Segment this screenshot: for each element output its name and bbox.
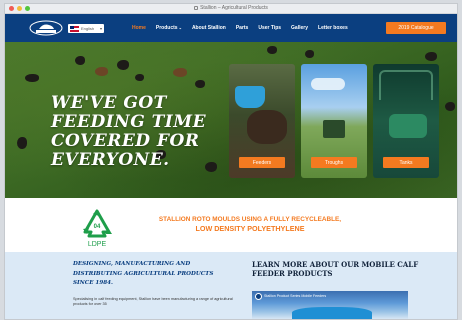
- window-title-text: Stallion – Agricultural Products: [200, 5, 268, 11]
- cow-silhouette: [445, 102, 455, 111]
- tanks-button[interactable]: Tanks: [383, 157, 429, 168]
- channel-avatar-icon: [255, 293, 262, 300]
- about-body: Specialising in calf feeding equipment, …: [73, 296, 233, 307]
- stallion-logo[interactable]: [29, 20, 63, 36]
- tank-image: [389, 114, 427, 138]
- language-label: English: [81, 26, 95, 31]
- video-column: LEARN MORE ABOUT OUR MOBILE CALF FEEDER …: [252, 260, 422, 278]
- menu-item-about[interactable]: About Stallion: [192, 25, 226, 31]
- recycle-statement: STALLION ROTO MOULDS USING A FULLY RECYC…: [135, 215, 365, 233]
- chevron-down-icon: ▾: [99, 26, 102, 31]
- cow-silhouette: [173, 68, 187, 77]
- browser-window: Stallion – Agricultural Products English…: [4, 3, 458, 320]
- recycle-line-1: STALLION ROTO MOULDS USING A FULLY RECYC…: [158, 216, 342, 223]
- main-menu: Home Products⌄ About Stallion Parts User…: [132, 14, 358, 42]
- cloud-image: [311, 78, 345, 90]
- trough-image: [323, 120, 345, 138]
- menu-item-products[interactable]: Products⌄: [156, 25, 182, 31]
- video-heading: LEARN MORE ABOUT OUR MOBILE CALF FEEDER …: [252, 260, 419, 278]
- feeders-button[interactable]: Feeders: [239, 157, 285, 168]
- resin-name: LDPE: [88, 241, 107, 248]
- cow-silhouette: [25, 74, 39, 82]
- tank-frame-image: [379, 70, 433, 100]
- troughs-button[interactable]: Troughs: [311, 157, 357, 168]
- title-bar: Stallion – Agricultural Products: [5, 4, 457, 14]
- hero-headline: WE'VE GOT FEEDING TIME COVERED FOR EVERY…: [51, 93, 207, 170]
- cow-silhouette: [195, 80, 205, 88]
- recycle-band: 04 LDPE STALLION ROTO MOULDS USING A FUL…: [5, 198, 457, 252]
- menu-item-user-tips[interactable]: User Tips: [258, 25, 281, 31]
- catalogue-button[interactable]: 2019 Catalogue: [386, 22, 446, 34]
- cow-silhouette: [135, 74, 144, 81]
- recycle-line-2: LOW DENSITY POLYETHYLENE: [195, 224, 305, 233]
- menu-item-letter-boxes[interactable]: Letter boxes: [318, 25, 348, 31]
- product-card-tanks[interactable]: Tanks: [373, 64, 439, 178]
- cow-silhouette: [95, 67, 108, 76]
- lock-icon: [194, 5, 199, 10]
- calf-image: [247, 110, 287, 144]
- video-title: Stallion Product Series Mobile Feeders: [264, 294, 327, 298]
- about-heading: DESIGNING, MANUFACTURING AND DISTRIBUTIN…: [73, 261, 214, 286]
- menu-item-products-label: Products: [155, 25, 178, 31]
- menu-item-parts[interactable]: Parts: [236, 25, 249, 31]
- resin-code: 04: [94, 224, 101, 230]
- window-title: Stallion – Agricultural Products: [5, 5, 457, 11]
- about-section: DESIGNING, MANUFACTURING AND DISTRIBUTIN…: [5, 252, 457, 319]
- product-card-feeders[interactable]: Feeders: [229, 64, 295, 178]
- cow-silhouette: [117, 60, 129, 70]
- uk-flag-icon: [70, 25, 79, 32]
- recycle-ldpe-icon: 04 LDPE: [83, 209, 112, 248]
- menu-item-home[interactable]: Home: [132, 25, 146, 31]
- cow-silhouette: [267, 46, 277, 54]
- hero-banner: WE'VE GOT FEEDING TIME COVERED FOR EVERY…: [5, 42, 457, 198]
- cow-silhouette: [75, 56, 85, 65]
- cow-silhouette: [425, 52, 437, 61]
- cow-silhouette: [305, 50, 314, 58]
- site-header: English ▾ Home Products⌄ About Stallion …: [5, 14, 457, 42]
- product-cards: Feeders Troughs Tanks: [229, 64, 439, 178]
- video-thumbnail: [292, 307, 372, 319]
- video-player[interactable]: Stallion Product Series Mobile Feeders: [252, 291, 408, 319]
- about-column: DESIGNING, MANUFACTURING AND DISTRIBUTIN…: [73, 260, 233, 308]
- product-card-troughs[interactable]: Troughs: [301, 64, 367, 178]
- feeder-image: [235, 86, 265, 108]
- chevron-down-icon: ⌄: [178, 25, 182, 30]
- language-select[interactable]: English ▾: [68, 24, 104, 33]
- cow-silhouette: [17, 137, 27, 149]
- menu-item-gallery[interactable]: Gallery: [291, 25, 308, 31]
